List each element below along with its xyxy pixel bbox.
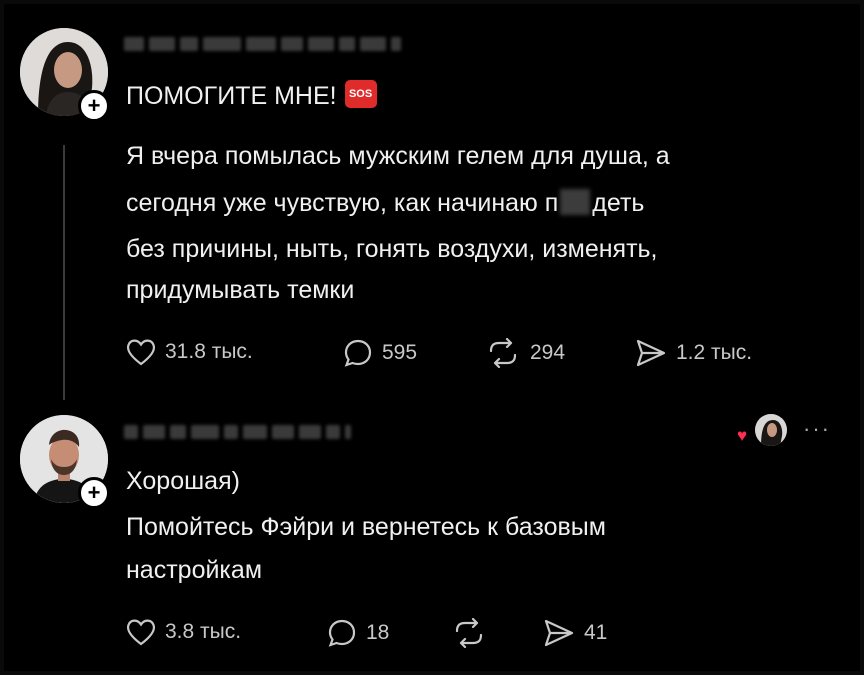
- reply-body-line-1: Хорошая): [126, 467, 240, 495]
- post-comment-count: 595: [382, 341, 418, 364]
- post-body-line-2-end: деть: [592, 189, 645, 217]
- reply-repost-button[interactable]: [451, 618, 496, 648]
- reply-author-name-hidden[interactable]: [124, 421, 351, 443]
- reply-comment-count: 18: [366, 621, 390, 644]
- send-icon: [544, 619, 574, 647]
- follow-plus-button-reply[interactable]: +: [78, 477, 110, 509]
- repost-icon: [455, 618, 483, 648]
- reply-share-button[interactable]: 41: [543, 618, 607, 648]
- sos-badge-icon: SOS: [344, 80, 377, 109]
- follow-plus-button[interactable]: +: [78, 90, 110, 122]
- censored-word: [560, 189, 591, 216]
- post-author-name-hidden[interactable]: [124, 33, 401, 55]
- post-body-line-2-start: сегодня уже чувствую, как начинаю п: [126, 189, 559, 217]
- author-avatar-small-icon: [755, 414, 787, 446]
- post-share-button[interactable]: 1.2 тыс.: [635, 338, 752, 368]
- post-body-line-3: без причины, ныть, гонять воздухи, измен…: [126, 235, 658, 263]
- post-repost-button[interactable]: 294: [485, 338, 565, 368]
- reply-like-count: 3.8 тыс.: [165, 620, 242, 643]
- reply-body-line-3: настройкам: [126, 556, 263, 584]
- reply-body-line-2: Помойтесь Фэйри и вернетесь к базовым: [126, 513, 606, 541]
- thread-connector-line: [63, 145, 65, 400]
- post-title: ПОМОГИТЕ МНЕ! SOS: [126, 76, 377, 116]
- reply-like-button[interactable]: 3.8 тыс.: [126, 618, 241, 646]
- more-options-button[interactable]: ···: [803, 416, 831, 442]
- post-like-button[interactable]: 31.8 тыс.: [126, 338, 253, 366]
- comment-bubble-icon: [328, 619, 356, 647]
- post-share-count: 1.2 тыс.: [676, 341, 753, 364]
- post-title-text: ПОМОГИТЕ МНЕ!: [126, 82, 337, 110]
- repost-icon: [489, 338, 517, 368]
- author-liked-avatar: [755, 414, 787, 446]
- reply-comment-button[interactable]: 18: [327, 618, 389, 648]
- heart-icon: [127, 619, 155, 646]
- comment-bubble-icon: [344, 339, 372, 367]
- post-like-count: 31.8 тыс.: [165, 340, 253, 363]
- creator-heart-icon: ♥: [737, 426, 748, 445]
- reply-share-count: 41: [584, 621, 608, 644]
- post-comment-button[interactable]: 595: [343, 338, 417, 368]
- heart-icon: [127, 339, 155, 366]
- post-body-line-2: сегодня уже чувствую, как начинаю п деть: [126, 183, 644, 223]
- post-body-line-1: Я вчера помылась мужским гелем для душа,…: [126, 142, 670, 170]
- send-icon: [636, 339, 666, 367]
- post-body-line-4: придумывать темки: [126, 276, 355, 304]
- post-repost-count: 294: [530, 341, 566, 364]
